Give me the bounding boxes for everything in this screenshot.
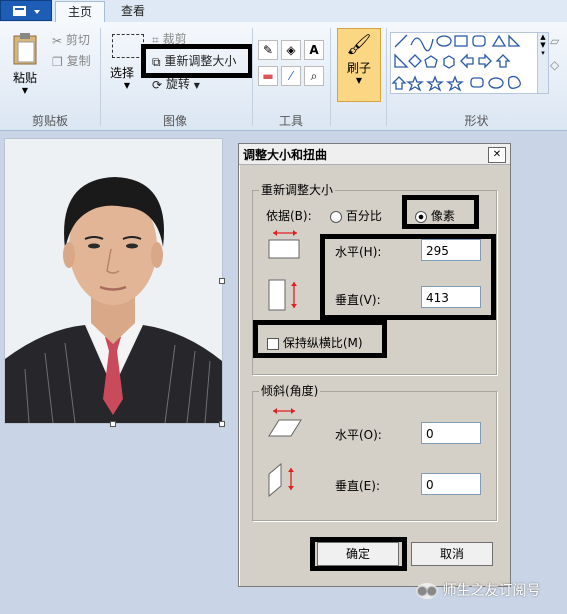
group-label-clipboard: 剪贴板 xyxy=(31,114,68,128)
resize-group-label: 重新调整大小 xyxy=(259,181,336,198)
resize-button[interactable]: ⧉ 重新调整大小 xyxy=(152,52,236,70)
rotate-button[interactable]: ⟳ 旋转 ▼ xyxy=(152,75,200,93)
tools-grid: ✎ ◈ A ▬ ⁄ ⌕ xyxy=(258,40,324,86)
percent-radio[interactable]: 百分比 xyxy=(330,207,382,224)
resize-handle-corner[interactable] xyxy=(219,421,225,427)
chevron-up-icon: ▲ xyxy=(540,33,546,41)
shapes-icon xyxy=(391,34,521,92)
select-button[interactable]: 选择 ▼ xyxy=(110,34,144,90)
horizontal-label: 水平(H): xyxy=(335,245,382,259)
select-label: 选择 xyxy=(110,66,135,80)
close-icon[interactable]: ✕ xyxy=(488,147,506,163)
tab-home[interactable]: 主页 xyxy=(55,1,105,22)
radio-checked-icon xyxy=(415,210,427,223)
cut-label: 剪切 xyxy=(65,33,90,47)
ok-button[interactable]: 确定 xyxy=(317,542,399,566)
copy-button[interactable]: ❐ 复制 xyxy=(52,52,91,70)
skew-vertical-input[interactable]: 0 xyxy=(421,473,481,495)
watermark-text: 师生之友订阅号 xyxy=(442,583,541,599)
group-label-shapes: 形状 xyxy=(464,114,489,128)
by-label: 依据(B): xyxy=(266,209,312,223)
skew-horizontal-input[interactable]: 0 xyxy=(421,422,481,444)
brush-icon: 🖌 xyxy=(346,32,372,56)
clipboard-icon xyxy=(13,33,37,65)
skew-horizontal-icon xyxy=(268,408,302,437)
horizontal-input[interactable]: 295 xyxy=(421,239,481,261)
chevron-down-icon: ▼ xyxy=(193,81,200,90)
rotate-label: 旋转 xyxy=(165,77,190,91)
skew-group-label: 倾斜(角度) xyxy=(259,382,321,399)
scissors-icon: ✂ xyxy=(52,33,63,48)
shapes-scroll[interactable]: ▲ ▼ ▾ xyxy=(537,32,549,94)
keep-ratio-label: 保持纵横比(M) xyxy=(282,336,363,350)
resize-icon: ⧉ xyxy=(152,54,161,69)
pixels-radio[interactable]: 像素 xyxy=(415,207,455,224)
outline-icon[interactable]: ▱ xyxy=(550,34,559,48)
percent-label: 百分比 xyxy=(345,209,382,223)
resize-handle-bottom[interactable] xyxy=(110,421,116,427)
more-icon: ▾ xyxy=(541,49,545,57)
vertical-input[interactable]: 413 xyxy=(421,286,481,308)
chevron-down-icon: ▼ xyxy=(123,81,131,90)
cancel-button[interactable]: 取消 xyxy=(411,542,493,566)
skew-vertical-label: 垂直(E): xyxy=(335,479,380,493)
shapes-gallery[interactable] xyxy=(390,32,538,94)
vertical-label: 垂直(V): xyxy=(335,293,381,307)
checkbox-icon xyxy=(267,337,279,350)
resize-label: 重新调整大小 xyxy=(164,54,237,68)
watermark: ●● 师生之友订阅号 xyxy=(416,580,540,600)
color-picker-icon[interactable]: ⁄ xyxy=(281,66,301,86)
horizontal-size-icon xyxy=(268,230,300,259)
copy-label: 复制 xyxy=(66,54,91,68)
canvas-image[interactable] xyxy=(4,138,223,424)
paste-button[interactable]: 粘贴 ▼ xyxy=(10,32,40,95)
text-tool-icon[interactable]: A xyxy=(304,40,324,60)
dialog-title: 调整大小和扭曲 xyxy=(243,148,328,162)
radio-icon xyxy=(330,210,342,223)
resize-handle-right[interactable] xyxy=(219,278,225,284)
group-label-image: 图像 xyxy=(162,114,187,128)
fill-bucket-icon[interactable]: ◈ xyxy=(281,40,301,60)
cut-button[interactable]: ✂ 剪切 xyxy=(52,31,90,49)
skew-vertical-icon xyxy=(268,462,294,498)
resize-skew-dialog: 调整大小和扭曲 ✕ 重新调整大小 依据(B): 百分比 像素 水平(H): 29… xyxy=(238,143,511,587)
chevron-down-icon: ▼ xyxy=(21,86,29,95)
tab-view[interactable]: 查看 xyxy=(108,1,158,22)
selection-icon xyxy=(112,34,144,58)
fill-icon[interactable]: ◇ xyxy=(550,58,559,72)
vertical-size-icon xyxy=(268,279,297,311)
copy-icon: ❐ xyxy=(52,54,63,69)
skew-horizontal-label: 水平(O): xyxy=(335,428,382,442)
group-label-tools: 工具 xyxy=(278,114,303,128)
divider xyxy=(330,28,331,126)
app-menu-button[interactable] xyxy=(0,0,52,21)
rotate-icon: ⟳ xyxy=(152,77,163,92)
menu-icon xyxy=(13,6,40,16)
brush-button[interactable]: 🖌 刷子 ▼ xyxy=(337,28,381,102)
chevron-down-icon: ▼ xyxy=(540,41,546,49)
dialog-titlebar: 调整大小和扭曲 ✕ xyxy=(239,144,510,165)
eraser-icon[interactable]: ▬ xyxy=(258,66,278,86)
magnifier-icon[interactable]: ⌕ xyxy=(304,66,324,86)
brush-label: 刷子 xyxy=(346,61,371,75)
pencil-icon[interactable]: ✎ xyxy=(258,40,278,60)
chevron-down-icon: ▼ xyxy=(355,76,363,85)
pixels-label: 像素 xyxy=(430,209,455,223)
keep-ratio-checkbox[interactable]: 保持纵横比(M) xyxy=(267,334,363,351)
paste-label: 粘贴 xyxy=(12,71,37,85)
portrait-photo xyxy=(5,139,222,423)
chat-icon: ●● xyxy=(416,583,438,599)
